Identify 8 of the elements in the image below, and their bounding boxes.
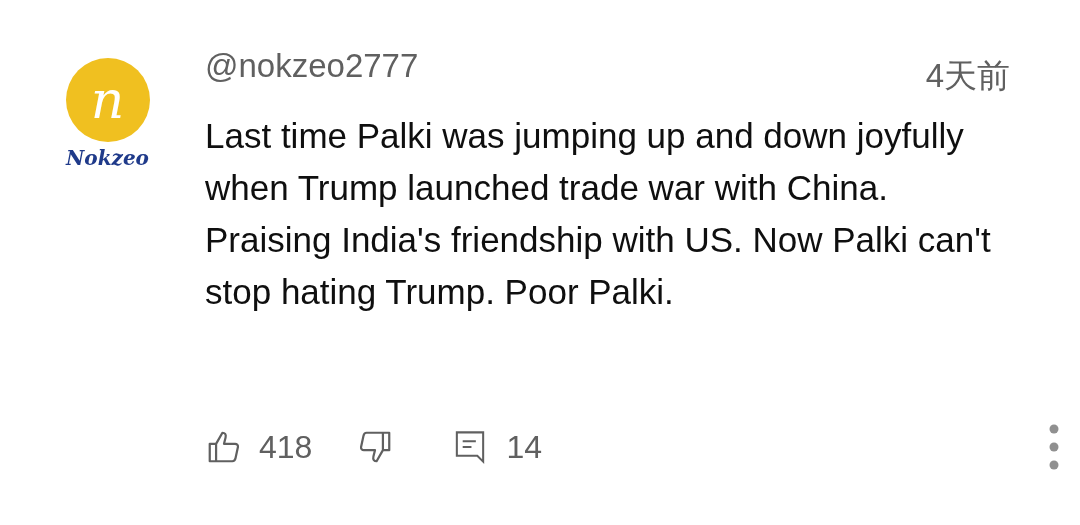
more-options-icon[interactable] — [1048, 423, 1060, 471]
avatar-caption: Nokzeo — [66, 148, 149, 168]
reply-count: 14 — [506, 428, 542, 467]
comment-text: Last time Palki was jumping up and down joyfully when Trump launched trade war with China. Praising India's friendship with US. Now Palki can't stop hating Trump. Poor Palki. — [205, 115, 992, 313]
like-count: 418 — [259, 428, 313, 467]
author-name[interactable]: @nokzeo2777 — [205, 44, 419, 88]
avatar-letter: n — [90, 74, 125, 126]
comment-time: 4天前 — [925, 56, 1010, 96]
